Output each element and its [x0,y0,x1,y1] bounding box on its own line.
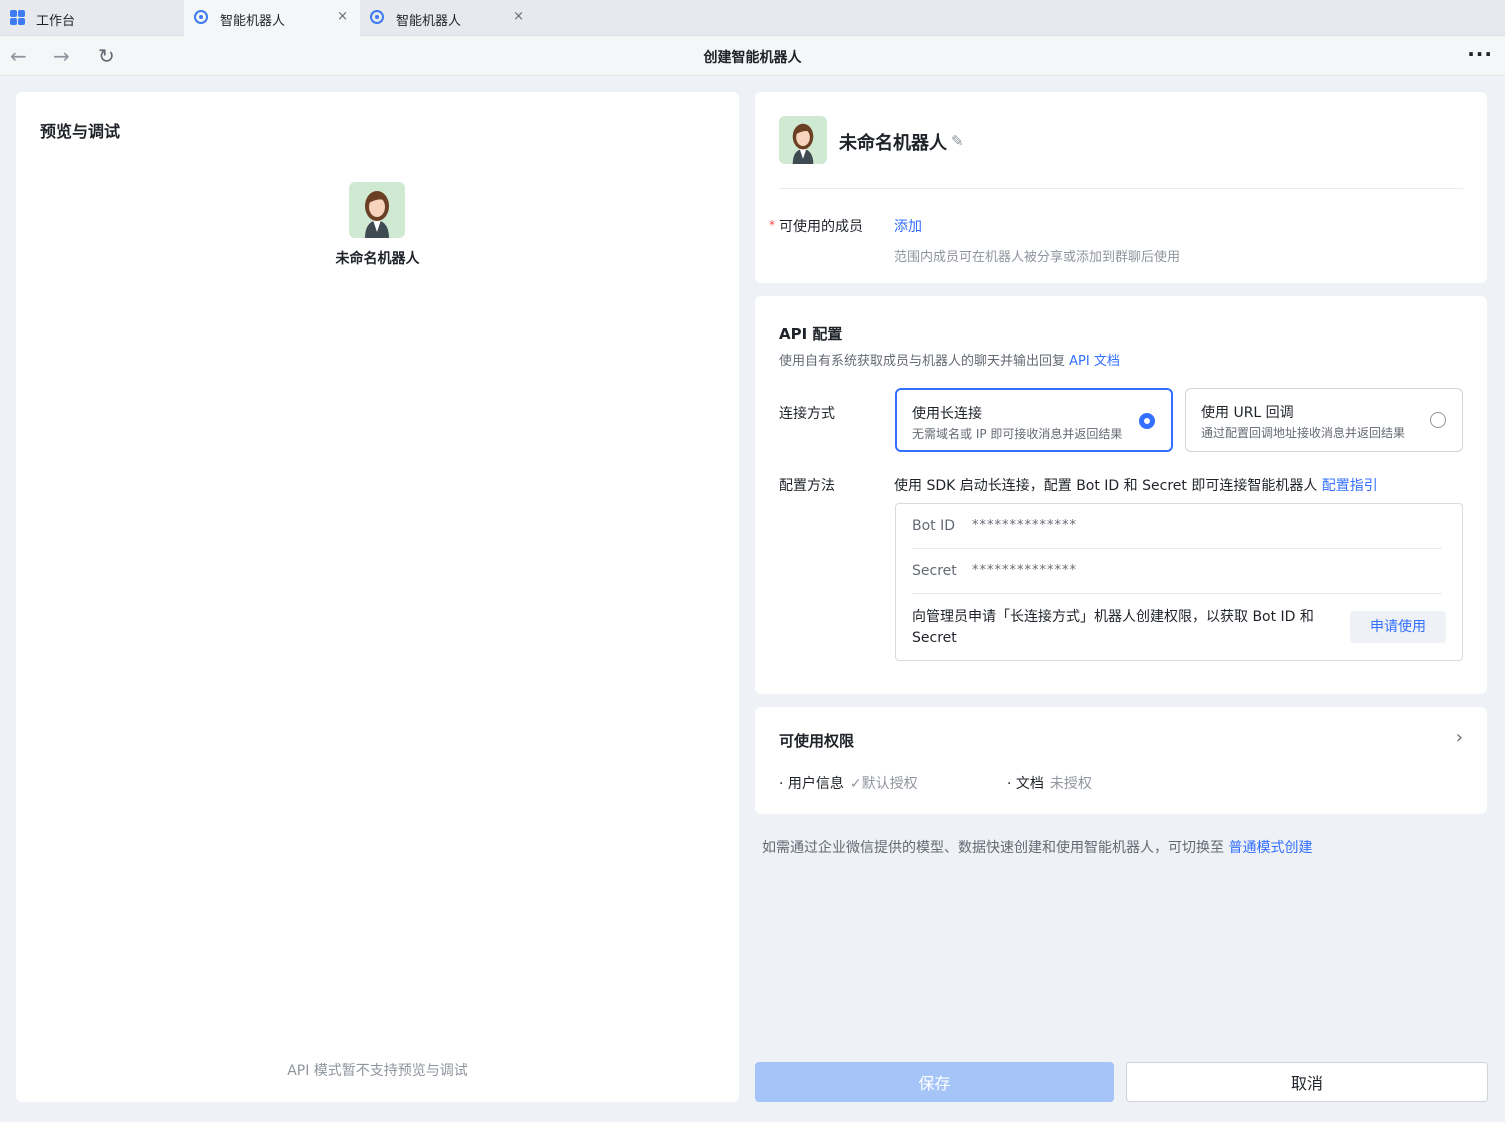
apply-button[interactable]: 申请使用 [1350,611,1446,643]
preview-bot-name: 未命名机器人 [335,251,420,267]
more-icon[interactable]: ··· [1467,42,1493,66]
bot-icon [370,10,384,24]
permission-name: 用户信息 [787,776,844,792]
radio-unselected[interactable] [1430,412,1446,428]
permission-docs: · 文档 未授权 [1007,773,1092,793]
permission-status: ✓默认授权 [849,776,918,792]
bot-id-label: Bot ID [912,518,956,534]
bullet: · [779,776,784,792]
secret-value: ************** [972,563,1077,578]
radio-selected[interactable] [1139,413,1155,429]
option-url-callback[interactable]: 使用 URL 回调 通过配置回调地址接收消息并返回结果 [1185,388,1463,452]
api-config-title: API 配置 [779,325,843,343]
permission-status: 未授权 [1049,776,1092,792]
config-desc-text: 使用 SDK 启动长连接，配置 Bot ID 和 Secret 即可连接智能机器… [894,478,1318,494]
secret-label: Secret [912,563,957,579]
close-icon[interactable]: × [513,9,524,24]
switch-mode-hint: 如需通过企业微信提供的模型、数据快速创建和使用智能机器人，可切换至 普通模式创建 [762,837,1312,857]
close-icon[interactable]: × [337,9,348,24]
avatar [349,182,405,238]
tab-bar: 工作台 智能机器人 × 智能机器人 × [0,0,1505,36]
bot-icon [194,10,208,24]
add-members-link[interactable]: 添加 [894,216,922,236]
option-desc: 无需域名或 IP 即可接收消息并返回结果 [912,427,1123,441]
switch-hint-text: 如需通过企业微信提供的模型、数据快速创建和使用智能机器人，可切换至 [762,840,1224,856]
divider [779,188,1463,189]
tab-label: 智能机器人 [396,14,462,29]
tab-workbench[interactable]: 工作台 [0,0,184,36]
config-guide-link[interactable]: 配置指引 [1322,478,1378,494]
page-title: 创建智能机器人 [703,50,802,66]
preview-title: 预览与调试 [40,122,121,141]
tab-label: 工作台 [36,14,76,29]
config-method-label: 配置方法 [779,478,835,494]
api-doc-link[interactable]: API 文档 [1069,354,1120,369]
connection-label: 连接方式 [779,406,835,422]
permissions-card[interactable]: 可使用权限 › · 用户信息 ✓默认授权 · 文档 未授权 [755,707,1487,814]
option-title: 使用长连接 [912,406,982,422]
config-method-desc: 使用 SDK 启动长连接，配置 Bot ID 和 Secret 即可连接智能机器… [894,475,1378,495]
divider [912,593,1442,594]
option-title: 使用 URL 回调 [1201,405,1294,421]
cancel-button[interactable]: 取消 [1126,1062,1488,1102]
bot-info-card: 未命名机器人 ✎ * 可使用的成员 添加 范围内成员可在机器人被分享或添加到群聊… [755,92,1487,283]
tab-bot-2[interactable]: 智能机器人 × [360,0,536,36]
bullet: · [1007,776,1012,792]
tab-label: 智能机器人 [220,14,286,29]
divider [912,548,1442,549]
option-long-connection[interactable]: 使用长连接 无需域名或 IP 即可接收消息并返回结果 [895,388,1173,452]
preview-panel: 预览与调试 未命名机器人 API 模式暂不支持预览与调试 [16,92,739,1102]
edit-icon[interactable]: ✎ [951,132,964,150]
bot-id-value: ************** [972,518,1077,533]
permissions-title: 可使用权限 [779,732,855,750]
permission-name: 文档 [1015,776,1044,792]
nav-bar: ← → ↻ 创建智能机器人 ··· [0,36,1505,76]
api-desc-text: 使用自有系统获取成员与机器人的聊天并输出回复 [779,354,1066,369]
required-mark: * [769,218,775,232]
chevron-right-icon[interactable]: › [1456,727,1463,748]
normal-mode-link[interactable]: 普通模式创建 [1228,840,1312,856]
members-label: 可使用的成员 [779,219,863,235]
credentials-box: Bot ID ************** Secret ***********… [895,503,1463,661]
permission-user-info: · 用户信息 ✓默认授权 [779,773,918,793]
save-button[interactable]: 保存 [755,1062,1114,1102]
bot-name: 未命名机器人 [839,133,947,154]
avatar[interactable] [779,116,827,164]
api-config-desc: 使用自有系统获取成员与机器人的聊天并输出回复 API 文档 [779,350,1120,369]
workbench-grid-icon [10,10,25,25]
api-config-card: API 配置 使用自有系统获取成员与机器人的聊天并输出回复 API 文档 连接方… [755,296,1487,694]
option-desc: 通过配置回调地址接收消息并返回结果 [1201,426,1406,440]
preview-unsupported-hint: API 模式暂不支持预览与调试 [287,1063,468,1079]
apply-permission-text: 向管理员申请「长连接方式」机器人创建权限，以获取 Bot ID 和 Secret [912,609,1314,646]
members-hint: 范围内成员可在机器人被分享或添加到群聊后使用 [894,250,1181,265]
tab-bot-1[interactable]: 智能机器人 × [184,0,360,36]
